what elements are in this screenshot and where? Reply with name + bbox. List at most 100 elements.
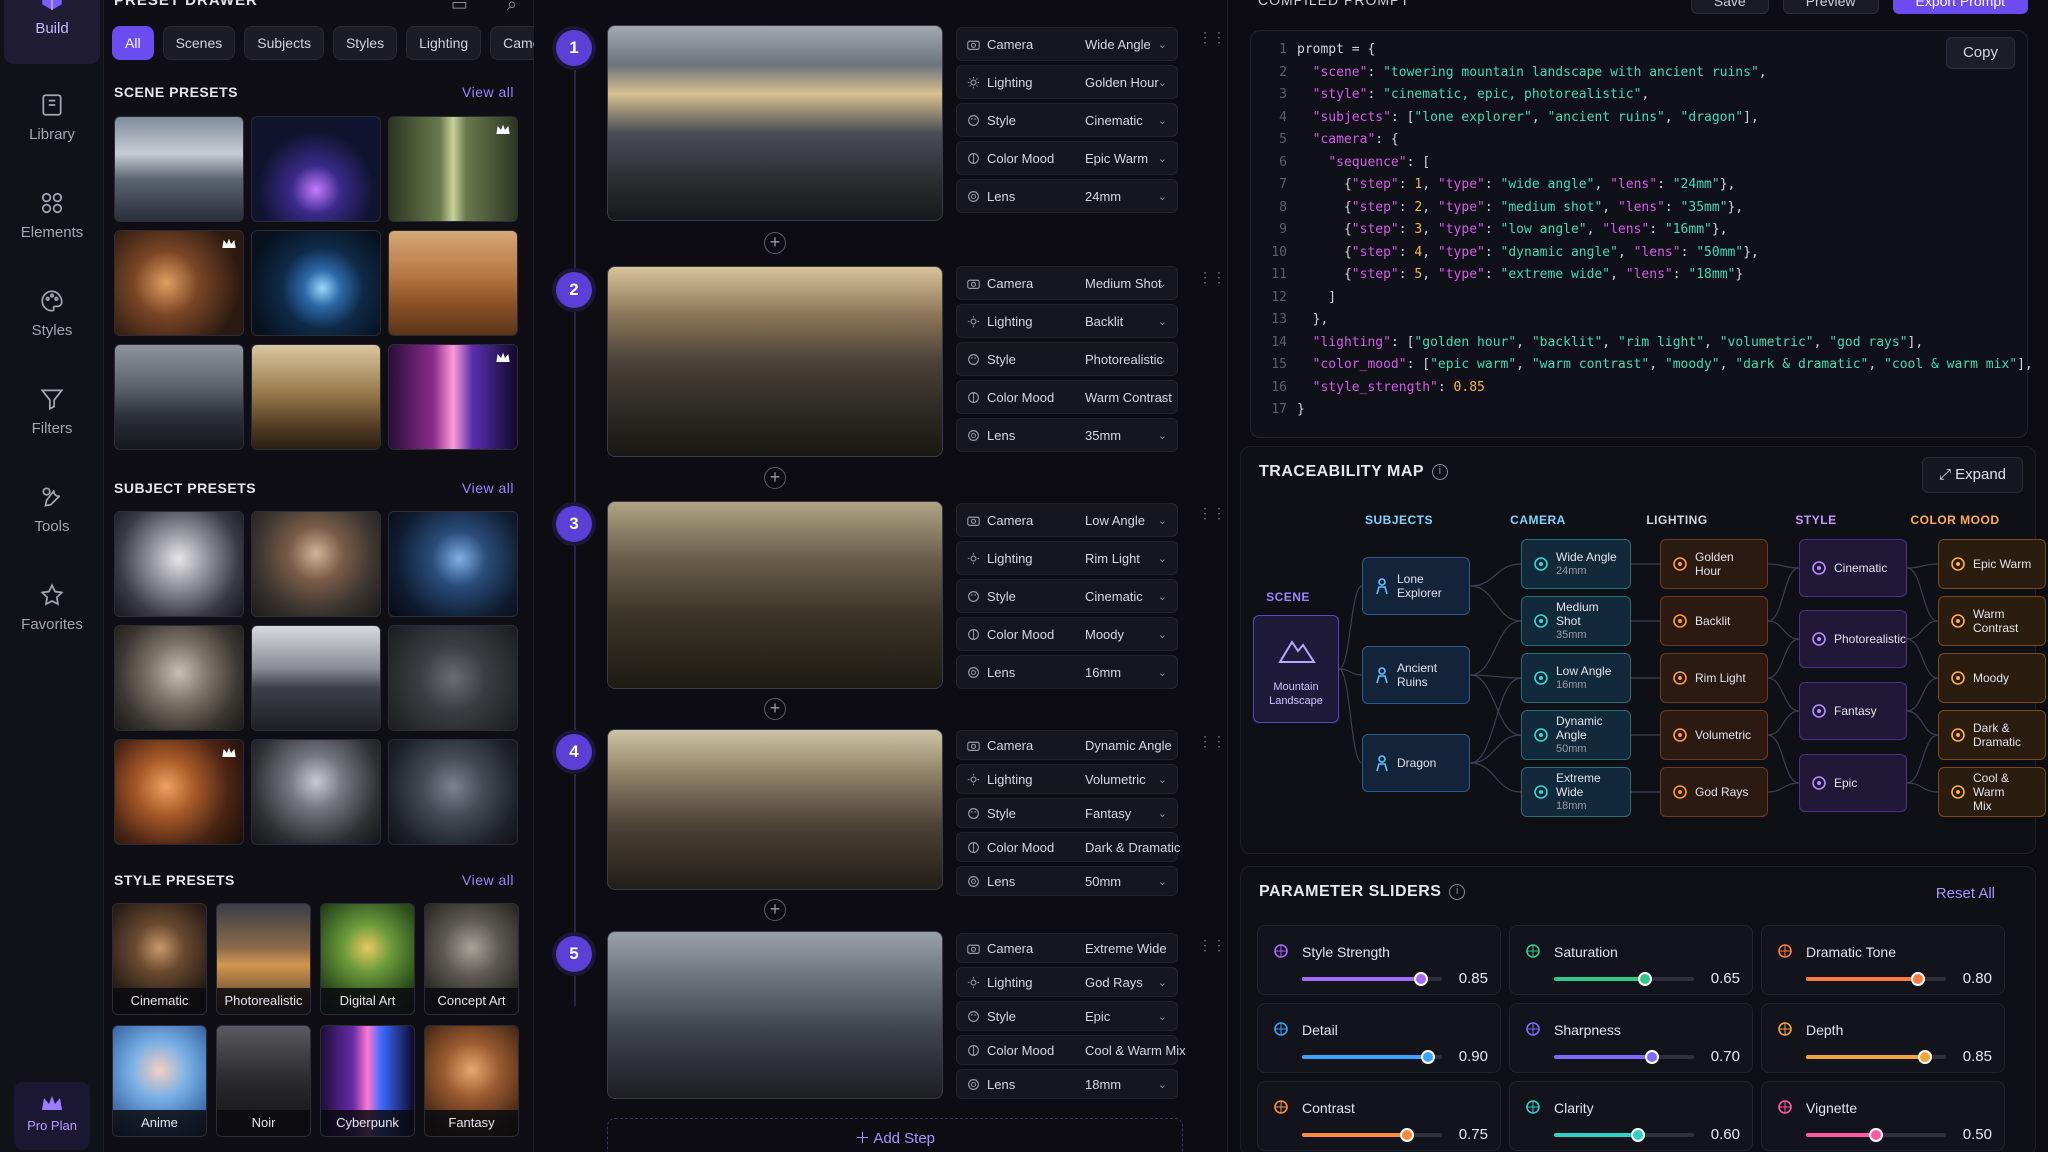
style-preset-card[interactable]: Noir	[216, 1025, 311, 1137]
style-node[interactable]: Fantasy	[1799, 682, 1907, 740]
insert-step-button[interactable]: +	[764, 698, 786, 720]
step-image[interactable]	[607, 931, 943, 1099]
lighting-node[interactable]: God Rays	[1660, 767, 1768, 817]
drag-handle-icon[interactable]: ⋮⋮	[1198, 938, 1226, 960]
filter-chip-styles[interactable]: Styles	[332, 26, 398, 60]
step-image[interactable]	[607, 266, 943, 457]
subject-preset-thumb[interactable]	[114, 739, 244, 845]
param-row-lens[interactable]: Lens 24mm ⌄	[956, 179, 1178, 213]
param-row-camera[interactable]: Camera Dynamic Angle	[956, 730, 1178, 760]
scene-preset-thumb[interactable]	[388, 116, 518, 222]
step-image[interactable]	[607, 501, 943, 689]
scene-preset-thumb[interactable]	[388, 230, 518, 336]
slider-track[interactable]	[1554, 1050, 1694, 1064]
color-mood-node[interactable]: Epic Warm	[1938, 539, 2046, 589]
scene-node[interactable]: Mountain Landscape	[1253, 615, 1339, 723]
lighting-node[interactable]: Volumetric	[1660, 710, 1768, 760]
style-preset-card[interactable]: Cyberpunk	[320, 1025, 415, 1137]
param-row-camera[interactable]: Camera Wide Angle ⌄	[956, 27, 1178, 61]
param-row-color-mood[interactable]: Color Mood Cool & Warm Mix	[956, 1035, 1186, 1065]
color-mood-node[interactable]: Warm Contrast	[1938, 596, 2046, 646]
param-row-lens[interactable]: Lens 50mm ⌄	[956, 866, 1178, 896]
nav-item-tools[interactable]: Tools	[4, 476, 100, 562]
insert-step-button[interactable]: +	[764, 899, 786, 921]
scene-preset-thumb[interactable]	[388, 344, 518, 450]
drag-handle-icon[interactable]: ⋮⋮	[1198, 734, 1226, 756]
subject-preset-thumb[interactable]	[388, 625, 518, 731]
style-preset-card[interactable]: Cinematic	[112, 903, 207, 1015]
insert-step-button[interactable]: +	[764, 467, 786, 489]
slider-knob[interactable]	[1645, 1050, 1659, 1064]
param-row-lighting[interactable]: Lighting Golden Hour ⌄	[956, 65, 1178, 99]
layout-icon[interactable]: ▭	[451, 0, 468, 14]
nav-item-library[interactable]: Library	[4, 84, 100, 170]
add-step-button[interactable]: ＋ Add Step	[607, 1118, 1183, 1152]
scene-preset-thumb[interactable]	[114, 116, 244, 222]
filter-chip-lighting[interactable]: Lighting	[406, 26, 482, 60]
filter-chip-subjects[interactable]: Subjects	[244, 26, 324, 60]
style-preset-card[interactable]: Anime	[112, 1025, 207, 1137]
param-row-color-mood[interactable]: Color Mood Moody ⌄	[956, 617, 1178, 651]
step-image[interactable]	[607, 25, 943, 221]
style-preset-card[interactable]: Digital Art	[320, 903, 415, 1015]
scene-preset-thumb[interactable]	[114, 230, 244, 336]
scene-view-all-link[interactable]: View all	[462, 84, 514, 100]
subject-node[interactable]: Lone Explorer	[1362, 557, 1470, 615]
camera-node[interactable]: Wide Angle 24mm	[1521, 539, 1631, 589]
slider-track[interactable]	[1806, 972, 1946, 986]
param-row-lighting[interactable]: Lighting God Rays ⌄	[956, 967, 1178, 997]
filter-chip-all[interactable]: All	[112, 26, 154, 60]
slider-track[interactable]	[1554, 972, 1694, 986]
lighting-node[interactable]: Backlit	[1660, 596, 1768, 646]
param-row-lighting[interactable]: Lighting Volumetric ⌄	[956, 764, 1178, 794]
subject-node[interactable]: Ancient Ruins	[1362, 646, 1470, 704]
style-view-all-link[interactable]: View all	[462, 872, 514, 888]
scene-preset-thumb[interactable]	[114, 344, 244, 450]
slider-knob[interactable]	[1631, 1128, 1645, 1142]
slider-knob[interactable]	[1869, 1128, 1883, 1142]
nav-item-favorites[interactable]: Favorites	[4, 574, 100, 660]
param-row-camera[interactable]: Camera Extreme Wide	[956, 933, 1178, 963]
param-row-color-mood[interactable]: Color Mood Warm Contrast ⌄	[956, 380, 1178, 414]
slider-track[interactable]	[1302, 1128, 1442, 1142]
subject-preset-thumb[interactable]	[388, 739, 518, 845]
param-row-style[interactable]: Style Cinematic ⌄	[956, 579, 1178, 613]
lighting-node[interactable]: Rim Light	[1660, 653, 1768, 703]
param-row-lens[interactable]: Lens 18mm ⌄	[956, 1069, 1178, 1099]
reset-all-button[interactable]: Reset All	[1936, 885, 1995, 902]
param-row-lighting[interactable]: Lighting Backlit ⌄	[956, 304, 1178, 338]
style-preset-card[interactable]: Fantasy	[424, 1025, 519, 1137]
scene-preset-thumb[interactable]	[251, 116, 381, 222]
nav-item-filters[interactable]: Filters	[4, 378, 100, 464]
filter-chip-scenes[interactable]: Scenes	[162, 26, 236, 60]
slider-knob[interactable]	[1638, 972, 1652, 986]
slider-knob[interactable]	[1911, 972, 1925, 986]
subject-preset-thumb[interactable]	[251, 625, 381, 731]
insert-step-button[interactable]: +	[764, 232, 786, 254]
drag-handle-icon[interactable]: ⋮⋮	[1198, 30, 1226, 52]
pro-plan-button[interactable]: Pro Plan	[14, 1082, 90, 1150]
param-row-camera[interactable]: Camera Medium Shot ⌄	[956, 266, 1178, 300]
preview-button[interactable]: Preview	[1782, 0, 1879, 14]
param-row-camera[interactable]: Camera Low Angle ⌄	[956, 503, 1178, 537]
subject-preset-thumb[interactable]	[251, 511, 381, 617]
style-preset-card[interactable]: Concept Art	[424, 903, 519, 1015]
color-mood-node[interactable]: Cool & Warm Mix	[1938, 767, 2046, 817]
subject-preset-thumb[interactable]	[114, 511, 244, 617]
param-row-style[interactable]: Style Epic ⌄	[956, 1001, 1178, 1031]
drag-handle-icon[interactable]: ⋮⋮	[1198, 270, 1226, 292]
camera-node[interactable]: Medium Shot 35mm	[1521, 596, 1631, 646]
camera-node[interactable]: Dynamic Angle 50mm	[1521, 710, 1631, 760]
param-row-lens[interactable]: Lens 35mm ⌄	[956, 418, 1178, 452]
color-mood-node[interactable]: Dark & Dramatic	[1938, 710, 2046, 760]
copy-button[interactable]: Copy	[1945, 37, 2015, 69]
param-row-style[interactable]: Style Photorealistic ⌄	[956, 342, 1178, 376]
slider-knob[interactable]	[1918, 1050, 1932, 1064]
drag-handle-icon[interactable]: ⋮⋮	[1198, 506, 1226, 528]
code-editor[interactable]: Copy 1 prompt = {2 "scene": "towering mou…	[1250, 30, 2033, 438]
param-row-color-mood[interactable]: Color Mood Epic Warm ⌄	[956, 141, 1178, 175]
subject-preset-thumb[interactable]	[114, 625, 244, 731]
subject-view-all-link[interactable]: View all	[462, 480, 514, 496]
step-image[interactable]	[607, 729, 943, 890]
info-icon[interactable]: i	[1449, 883, 1466, 900]
